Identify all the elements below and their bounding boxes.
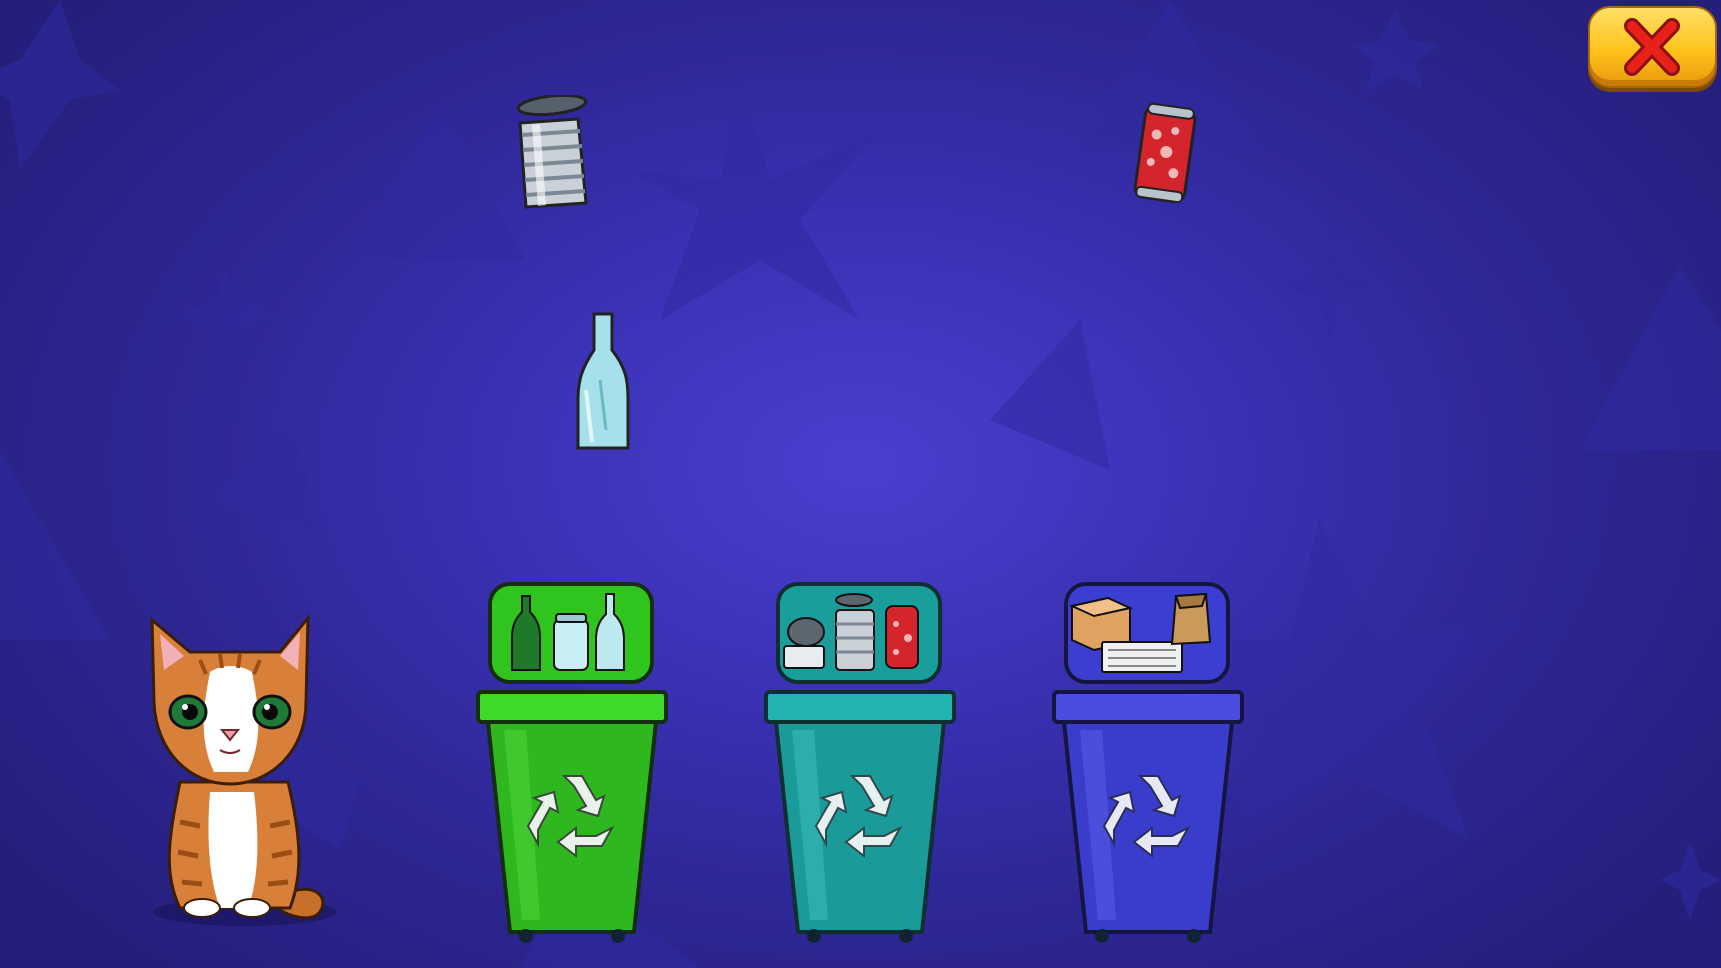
paper-bin[interactable] — [1050, 580, 1246, 945]
bg-triangle — [215, 420, 325, 535]
bg-triangle — [0, 450, 110, 640]
bg-star — [180, 270, 270, 360]
bg-triangle — [1580, 265, 1721, 450]
tin-can-item[interactable] — [510, 95, 600, 215]
kitten-mascot — [150, 613, 337, 926]
glass-bin[interactable] — [474, 580, 670, 945]
bg-triangle — [990, 320, 1110, 470]
bg-star — [0, 0, 120, 170]
bg-triangle — [350, 105, 525, 260]
metal-bin[interactable] — [762, 580, 958, 945]
soda-can-item[interactable] — [1130, 102, 1202, 206]
glass-bottle-item[interactable] — [572, 310, 634, 456]
bg-star — [1660, 840, 1721, 920]
bg-star — [1350, 10, 1440, 92]
bg-star — [630, 80, 880, 320]
bg-star — [1280, 230, 1380, 340]
close-button[interactable] — [1588, 6, 1717, 88]
close-icon — [1624, 18, 1680, 76]
